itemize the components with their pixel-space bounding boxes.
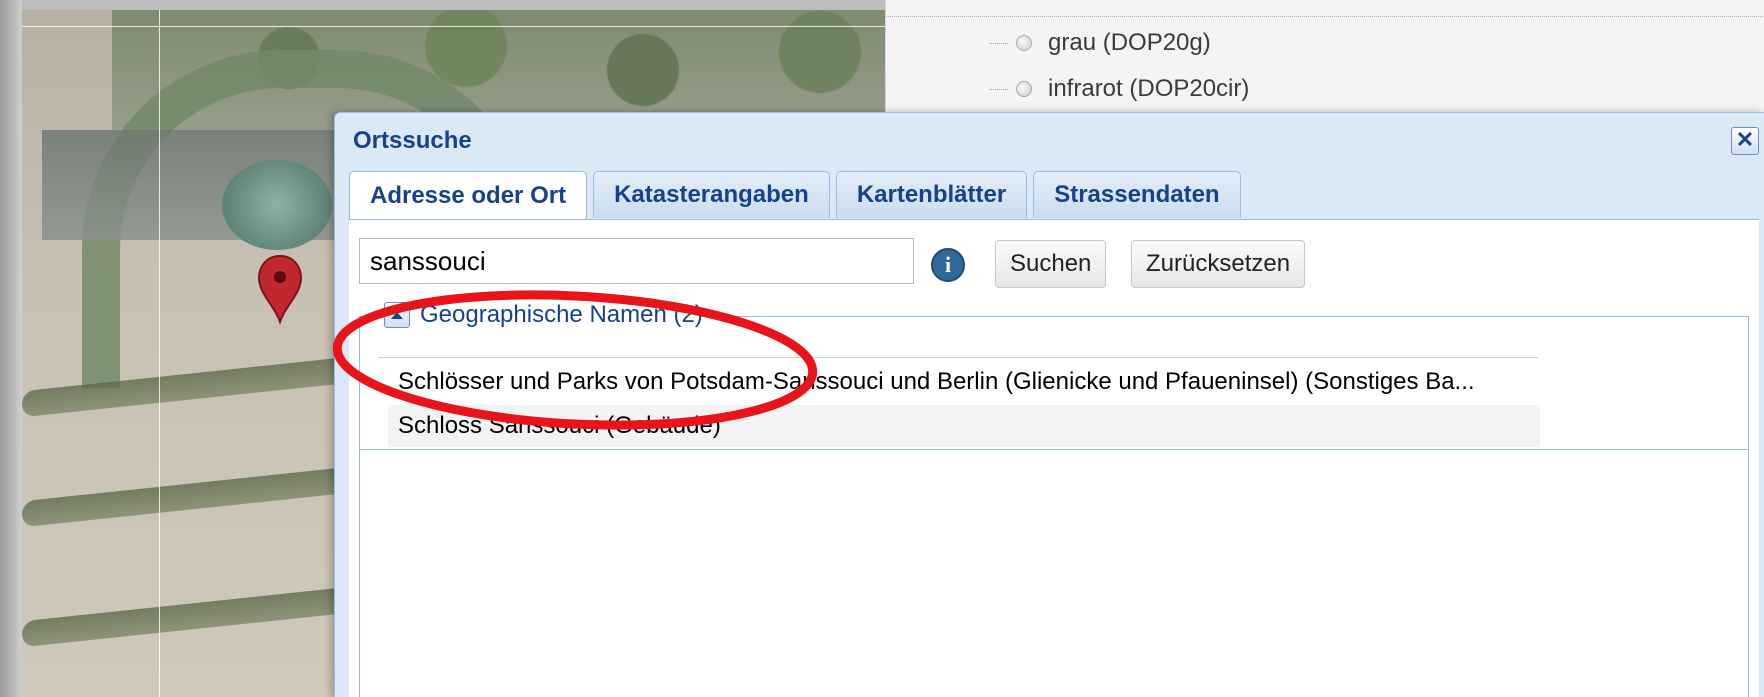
layer-item-infrarot[interactable]: infrarot (DOP20cir) <box>990 74 1249 104</box>
reset-button[interactable]: Zurücksetzen <box>1131 240 1306 288</box>
dialog-title: Ortssuche <box>353 127 472 154</box>
info-icon[interactable]: i <box>931 248 965 282</box>
tab-strassendaten[interactable]: Strassendaten <box>1033 171 1241 218</box>
tab-bar: Adresse oder Ort Katasterangaben Kartenb… <box>349 171 1247 220</box>
tab-kartenblaetter[interactable]: Kartenblätter <box>835 171 1028 218</box>
map-left-shadow <box>0 0 22 697</box>
screenshot-frame: grau (DOP20g) infrarot (DOP20cir) Ortssu… <box>0 0 1764 697</box>
tab-adresse-oder-ort[interactable]: Adresse oder Ort <box>349 171 588 220</box>
layer-item-grau[interactable]: grau (DOP20g) <box>990 28 1211 58</box>
map-grid-line <box>159 10 160 697</box>
close-icon[interactable]: ✕ <box>1731 127 1759 155</box>
tree-divider <box>886 16 1764 18</box>
radio-icon[interactable] <box>1016 35 1032 51</box>
layer-item-label: infrarot (DOP20cir) <box>1048 75 1250 102</box>
layer-item-label: grau (DOP20g) <box>1048 29 1211 56</box>
search-button[interactable]: Suchen <box>995 240 1107 288</box>
results-divider <box>360 449 1748 450</box>
map-top-shadow <box>0 0 1000 10</box>
map-marker-icon[interactable] <box>257 254 303 324</box>
radio-icon[interactable] <box>1016 81 1032 97</box>
tree-connector <box>990 88 1008 90</box>
search-input[interactable] <box>359 238 914 284</box>
tree-connector <box>990 42 1008 44</box>
tab-katasterangaben[interactable]: Katasterangaben <box>593 171 830 218</box>
annotation-ellipse <box>332 290 818 430</box>
map-grid-line <box>22 26 997 27</box>
map-dome <box>222 160 332 250</box>
